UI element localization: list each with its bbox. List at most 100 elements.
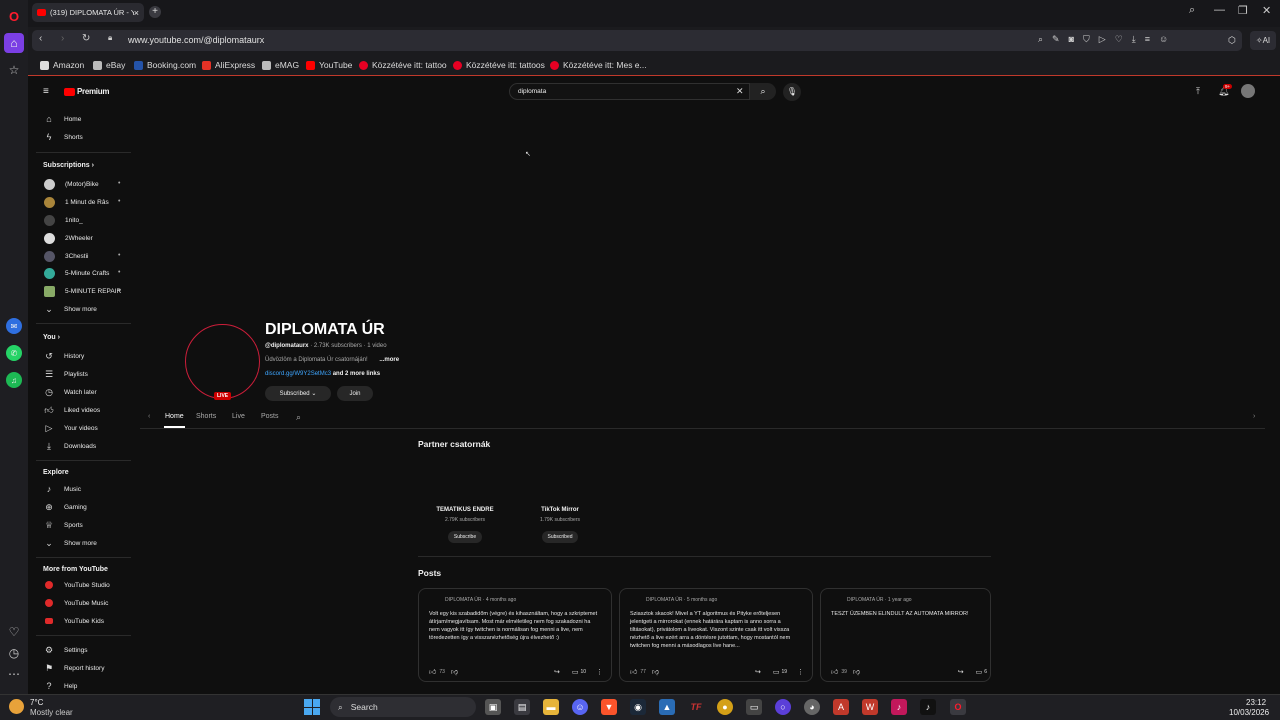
channel-search-icon[interactable]: ⌕ <box>296 412 301 423</box>
post-card[interactable]: DIPLOMATA ÚR · 1 year ago TESZT ÜZEMBEN … <box>820 588 991 682</box>
subscription-item[interactable]: 5-MINUTE REPAIR <box>44 286 121 297</box>
opera-logo-icon[interactable]: O <box>4 6 24 26</box>
opera-taskbar-icon[interactable]: O <box>950 699 966 715</box>
speed-dial-icon[interactable]: ☆ <box>4 60 24 80</box>
partner-subscribed-button[interactable]: Subscribed <box>542 531 578 543</box>
dislike-icon[interactable]: 👎︎ <box>652 667 659 676</box>
sidebar-item-watch-later[interactable]: ◷ Watch later <box>44 387 97 397</box>
forward-icon[interactable]: › <box>61 33 64 44</box>
sidebar-item-music[interactable]: ♪ Music <box>44 484 81 494</box>
file-explorer-icon[interactable]: ▬ <box>543 699 559 715</box>
steam-icon[interactable]: ◉ <box>630 699 646 715</box>
more-links[interactable]: and 2 more links <box>333 371 380 377</box>
subscriptions-header[interactable]: Subscriptions › <box>43 162 94 169</box>
menu-icon[interactable]: ≡ <box>1145 34 1150 45</box>
subscription-item[interactable]: 1nito_ <box>44 215 83 226</box>
clear-search-icon[interactable]: ✕ <box>736 86 744 97</box>
subscription-item[interactable]: 1 Minut de Râs <box>44 197 109 208</box>
task-view-icon[interactable]: ▣ <box>485 699 501 715</box>
clock-time[interactable]: 23:12 <box>1246 698 1266 707</box>
bookmark-ebay[interactable]: eBay <box>93 60 125 70</box>
weather-moon-icon[interactable] <box>9 699 24 714</box>
subscription-item[interactable]: (Motor)Bike <box>44 179 99 190</box>
sidebar-item-youtube-studio[interactable]: YouTube Studio <box>44 580 110 590</box>
bookmark-emag[interactable]: eMAG <box>262 60 299 70</box>
shield-icon[interactable]: ⛉ <box>1083 34 1090 45</box>
account-icon[interactable]: ☺ <box>1159 34 1168 45</box>
partner-subscribe-button[interactable]: Subscribe <box>448 531 482 543</box>
close-window-button[interactable]: ✕ <box>1262 4 1271 17</box>
wps-office-icon[interactable]: W <box>862 699 878 715</box>
search-tabs-icon[interactable]: ⌕ <box>1189 4 1195 17</box>
whatsapp-icon[interactable]: ✆ <box>6 345 22 361</box>
bookmark-pinterest-tattoos[interactable]: Közzétéve itt: tattoos <box>453 60 545 70</box>
bookmark-pinterest-tattoo[interactable]: Közzétéve itt: tattoo <box>359 60 447 70</box>
search-input[interactable]: diplomata <box>509 83 750 100</box>
hamburger-menu-icon[interactable]: ≡ <box>43 86 49 97</box>
channel-description[interactable]: Üdvözlöm a Diplomata Úr csatornáján! ...… <box>265 357 399 363</box>
subscription-item[interactable]: 2Wheeler <box>44 233 93 244</box>
active-tab[interactable]: (319) DIPLOMATA ÚR - Yo × <box>32 3 144 22</box>
dislike-icon[interactable]: 👎︎ <box>853 667 860 676</box>
download-icon[interactable]: ⤓ <box>1132 34 1136 45</box>
sidebar-item-home[interactable]: ⌂ Home <box>44 114 81 124</box>
comment-icon[interactable]: ▭ <box>572 668 579 676</box>
favorites-heart-icon[interactable]: ♡ <box>4 622 24 642</box>
spotify-icon[interactable]: ♫ <box>6 372 22 388</box>
user-avatar[interactable] <box>1241 84 1255 98</box>
taskbar-search[interactable]: ⌕ Search <box>330 697 476 717</box>
bookmark-booking[interactable]: Booking.com <box>134 60 196 70</box>
history-clock-icon[interactable]: ◷ <box>4 643 24 663</box>
join-button[interactable]: Join <box>337 386 373 401</box>
post-card[interactable]: DIPLOMATA ÚR · 4 months ago Volt egy kis… <box>418 588 612 682</box>
weather-temp[interactable]: 7°C <box>30 698 43 707</box>
maximize-button[interactable]: ❐ <box>1238 4 1248 17</box>
channel-avatar[interactable] <box>185 324 260 399</box>
sidebar-item-your-videos[interactable]: ▷ Your videos <box>44 423 98 433</box>
tab-home[interactable]: Home <box>165 413 184 420</box>
sidebar-item-sports[interactable]: ♕ Sports <box>44 520 83 530</box>
like-icon[interactable]: 👍︎ <box>429 667 436 676</box>
discord-icon[interactable]: ☺ <box>572 699 588 715</box>
sidebar-item-settings[interactable]: ⚙ Settings <box>44 645 88 655</box>
voice-search-icon[interactable]: 🎙︎ <box>783 83 801 101</box>
subscription-item[interactable]: 3Chestii <box>44 251 88 262</box>
more-actions-icon[interactable]: ⋮ <box>596 668 603 676</box>
tf-app-icon[interactable]: TF <box>688 699 704 715</box>
home-icon[interactable]: ⌂ <box>4 33 24 53</box>
share-icon[interactable]: ↪ <box>755 668 761 676</box>
like-icon[interactable]: 👍︎ <box>831 667 838 676</box>
post-card[interactable]: DIPLOMATA ÚR · 5 months ago Sziasztok sk… <box>619 588 813 682</box>
widgets-icon[interactable]: ▤ <box>514 699 530 715</box>
brave-icon[interactable]: ▼ <box>601 699 617 715</box>
create-upload-icon[interactable]: ⤒ <box>1196 86 1200 97</box>
tabs-scroll-right-icon[interactable]: › <box>1253 413 1255 420</box>
adobe-app-icon[interactable]: A <box>833 699 849 715</box>
tab-shorts[interactable]: Shorts <box>196 413 216 420</box>
edit-icon[interactable]: ✎ <box>1052 34 1060 45</box>
sidebar-item-playlists[interactable]: ☰ Playlists <box>44 369 88 379</box>
play-icon[interactable]: ▷ <box>1099 34 1106 45</box>
bookmark-amazon[interactable]: Amazon <box>40 60 84 70</box>
sidebar-item-liked-videos[interactable]: 👍︎ Liked videos <box>44 405 100 415</box>
sidebar-item-downloads[interactable]: ⤓ Downloads <box>44 441 96 451</box>
sidebar-item-shorts[interactable]: ϟ Shorts <box>44 132 83 142</box>
more-dots-icon[interactable]: ⋯ <box>4 664 24 684</box>
tab-live[interactable]: Live <box>232 413 245 420</box>
search-button[interactable]: ⌕ <box>750 83 776 100</box>
partner-channel-card[interactable]: TEMATIKUS ENDRE 2.79K subscribers Subscr… <box>415 507 515 543</box>
sidebar-item-youtube-kids[interactable]: YouTube Kids <box>44 616 104 626</box>
tab-close-icon[interactable]: × <box>134 8 139 18</box>
more-link[interactable]: ...more <box>379 357 399 363</box>
sidebar-item-history[interactable]: ↺ History <box>44 351 84 361</box>
sidebar-item-youtube-music[interactable]: YouTube Music <box>44 598 108 608</box>
weather-desc[interactable]: Mostly clear <box>30 708 73 717</box>
sidebar-item-report-history[interactable]: ⚑ Report history <box>44 663 105 673</box>
clock-date[interactable]: 10/03/2026 <box>1229 708 1269 717</box>
extensions-icon[interactable]: ⬡ <box>1222 31 1242 50</box>
bookmark-aliexpress[interactable]: AliExpress <box>202 60 255 70</box>
dislike-icon[interactable]: 👎︎ <box>451 667 458 676</box>
terminal-icon[interactable]: ▭ <box>746 699 762 715</box>
windows-start-icon[interactable] <box>304 699 320 715</box>
music-app-icon[interactable]: ♪ <box>891 699 907 715</box>
